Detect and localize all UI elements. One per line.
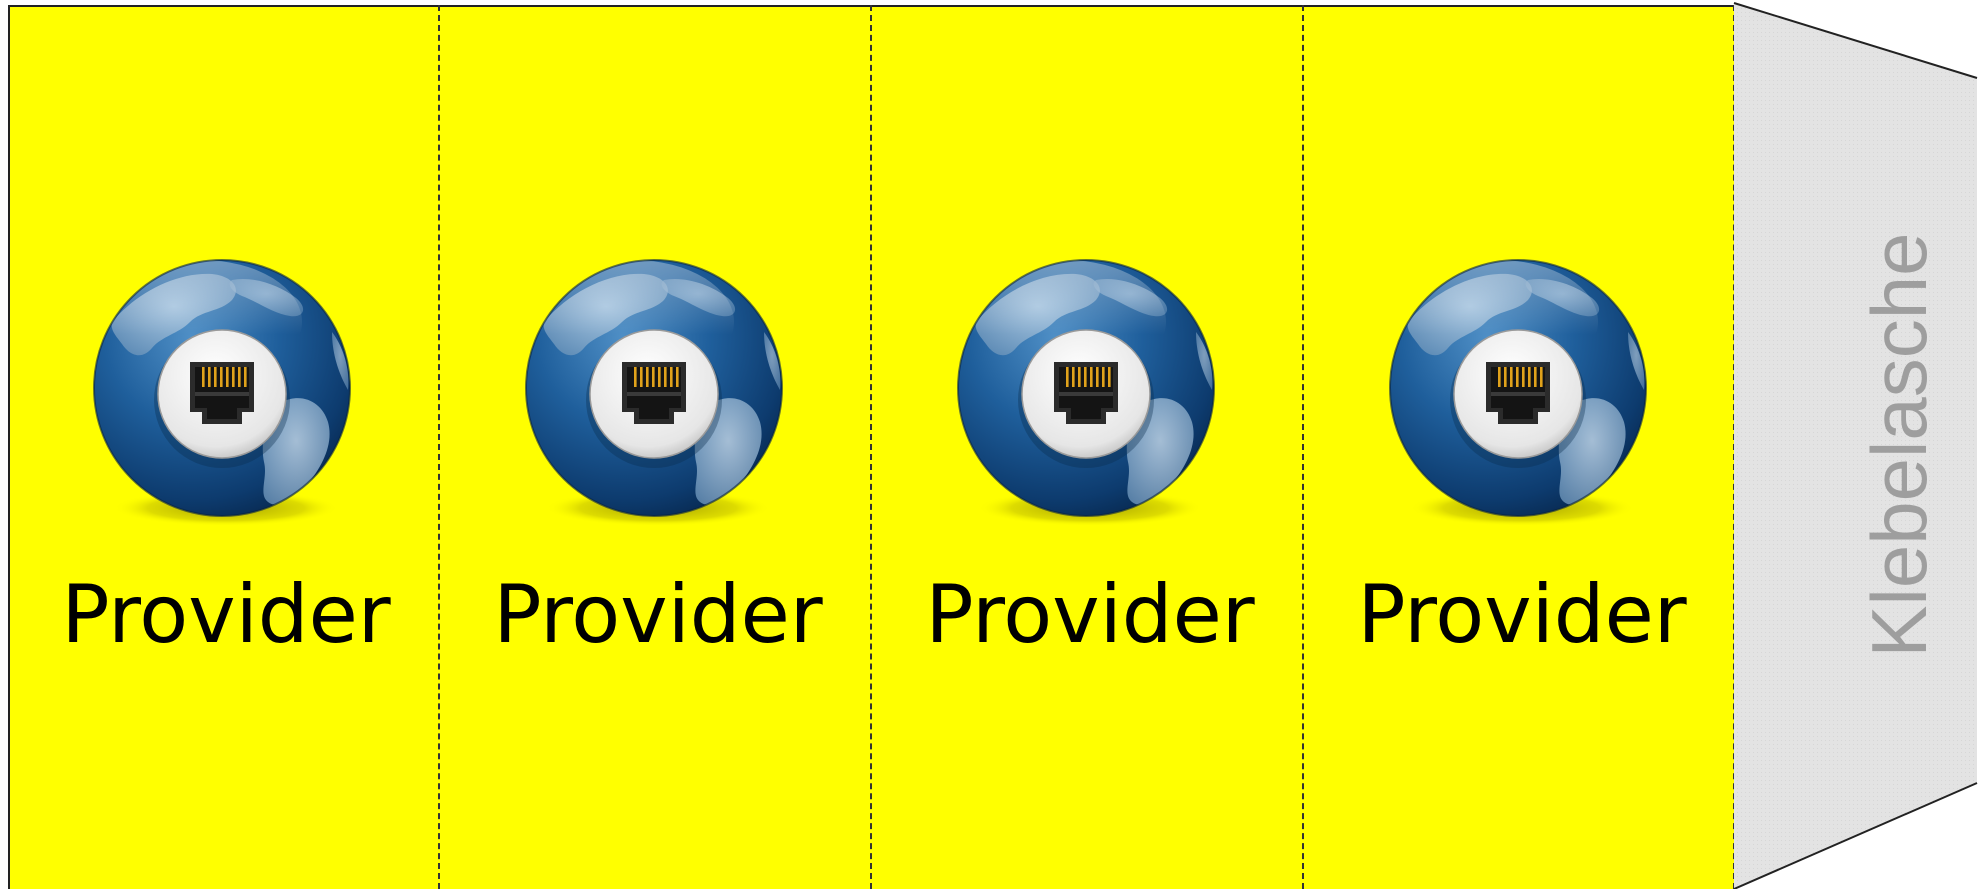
panel-2: Provider	[442, 7, 874, 889]
fold-line	[870, 5, 872, 889]
glue-flap-label: Klebelasche	[1855, 232, 1943, 658]
panel-1: Provider	[10, 7, 442, 889]
fold-line	[1302, 5, 1304, 889]
globe-ethernet-icon	[946, 252, 1226, 532]
panel-label: Provider	[493, 568, 823, 661]
globe-ethernet-icon	[1378, 252, 1658, 532]
fold-line	[438, 5, 440, 889]
panel-label: Provider	[61, 568, 391, 661]
globe-ethernet-icon	[514, 252, 794, 532]
globe-ethernet-icon	[82, 252, 362, 532]
panel-label: Provider	[1357, 568, 1687, 661]
panel-label: Provider	[925, 568, 1255, 661]
printable-sheet: Provider Provider Provider Provider Kleb…	[0, 0, 1979, 889]
panel-4: Provider	[1306, 7, 1738, 889]
panel-3: Provider	[874, 7, 1306, 889]
